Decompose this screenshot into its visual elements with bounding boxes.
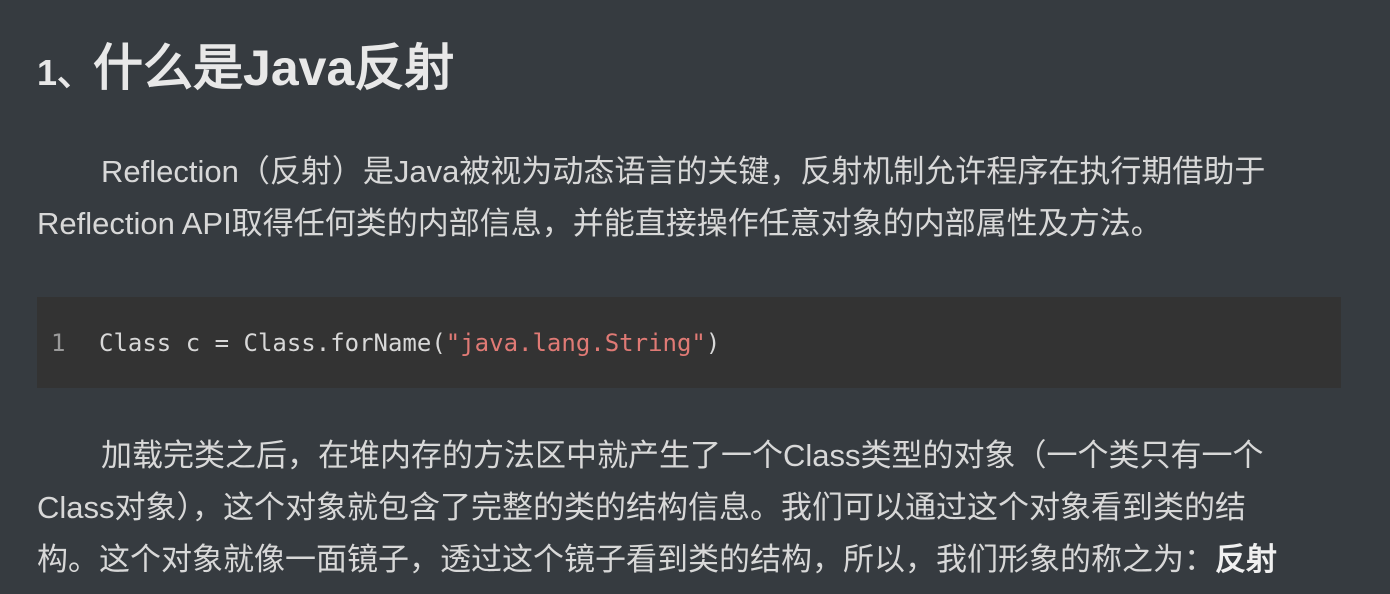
paragraph-line-3: 构。这个对象就像一面镜子，透过这个镜子看到类的结构，所以，我们形象的称之为： bbox=[37, 542, 1215, 577]
section-title: 什么是Java反射 bbox=[93, 40, 455, 96]
code-prefix: Class c = Class.forName( bbox=[99, 328, 446, 357]
paragraph-line-1: Reflection（反射）是Java被视为动态语言的关键，反射机制允许程序在执… bbox=[101, 154, 1266, 189]
article-page: 1、 什么是Java反射 Reflection（反射）是Java被视为动态语言的… bbox=[0, 0, 1390, 594]
code-suffix: ) bbox=[705, 328, 721, 357]
code-line: Class c = Class.forName("java.lang.Strin… bbox=[99, 329, 720, 357]
reflection-bold-term: 反射 bbox=[1215, 542, 1277, 577]
section-number: 1、 bbox=[37, 52, 94, 93]
paragraph-line-1: 加载完类之后，在堆内存的方法区中就产生了一个Class类型的对象（一个类只有一个 bbox=[101, 438, 1264, 473]
reflection-definition-paragraph: Reflection（反射）是Java被视为动态语言的关键，反射机制允许程序在执… bbox=[37, 146, 1337, 250]
code-line-number: 1 bbox=[51, 328, 66, 357]
paragraph-line-2: Reflection API取得任何类的内部信息，并能直接操作任意对象的内部属性… bbox=[37, 206, 1162, 241]
code-string-literal: "java.lang.String" bbox=[445, 328, 706, 357]
paragraph-line-2: Class对象），这个对象就包含了完整的类的结构信息。我们可以通过这个对象看到类… bbox=[37, 490, 1247, 525]
code-block[interactable]: 1 Class c = Class.forName("java.lang.Str… bbox=[37, 297, 1341, 388]
section-heading: 1、 什么是Java反射 bbox=[37, 36, 454, 100]
class-object-paragraph: 加载完类之后，在堆内存的方法区中就产生了一个Class类型的对象（一个类只有一个… bbox=[37, 430, 1337, 586]
